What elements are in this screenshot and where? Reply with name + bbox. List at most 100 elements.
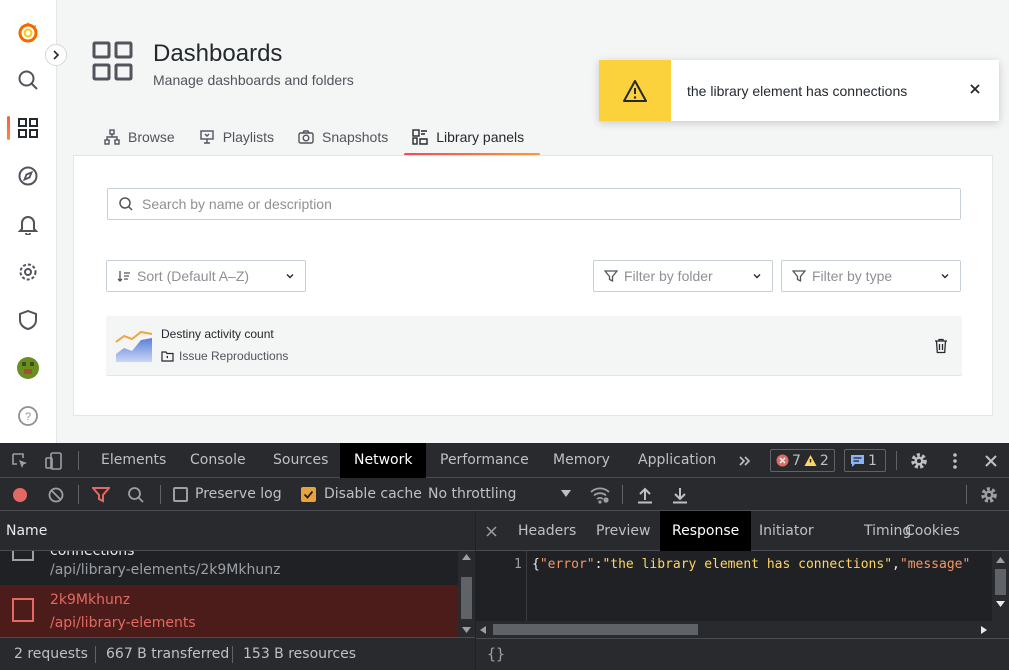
sort-select[interactable]: Sort (Default A–Z)	[106, 260, 306, 292]
transferred-size: 667 B transferred	[106, 646, 230, 662]
request-list: Name connections /api/library-elements/2…	[0, 511, 475, 637]
library-panels-content: Sort (Default A–Z) Filter by folder Filt…	[73, 155, 993, 416]
grafana-logo-icon[interactable]	[16, 20, 40, 44]
library-panel-card[interactable]: Destiny activity count Issue Reproductio…	[106, 316, 962, 376]
clear-icon[interactable]	[46, 485, 66, 505]
toast-close-button[interactable]	[965, 79, 985, 99]
divider	[622, 485, 623, 504]
filter-icon	[604, 270, 618, 283]
throttling-select[interactable]: No throttling	[428, 486, 516, 502]
sitemap-icon	[104, 129, 120, 145]
export-har-download-icon[interactable]	[670, 484, 690, 506]
scrollbar-thumb[interactable]	[493, 624, 698, 635]
graph-panel-thumbnail-icon	[115, 330, 153, 362]
sort-icon	[117, 271, 130, 282]
record-icon[interactable]	[10, 485, 30, 505]
disable-cache-checkbox[interactable]	[301, 487, 316, 502]
camera-icon	[298, 130, 314, 144]
tab-preview[interactable]: Preview	[584, 511, 663, 551]
response-body: 1 {"error":"the library element has conn…	[476, 551, 992, 621]
trash-icon	[935, 338, 947, 354]
chevron-down-icon	[753, 274, 761, 279]
disable-cache-label: Disable cache	[324, 486, 422, 502]
device-toolbar-icon[interactable]	[44, 451, 64, 471]
inspect-element-icon[interactable]	[10, 451, 30, 471]
tab-response[interactable]: Response	[660, 511, 752, 551]
dashboards-icon[interactable]	[16, 116, 40, 140]
messages-badge[interactable]: 1	[844, 449, 886, 472]
chevron-down-icon	[941, 274, 949, 279]
error-count: 7	[792, 452, 801, 469]
sidebar-expand-button[interactable]	[45, 44, 67, 66]
page-subtitle: Manage dashboards and folders	[153, 72, 354, 88]
checkmark-icon	[303, 490, 314, 499]
settings-gear-icon[interactable]	[908, 450, 930, 472]
message-icon	[851, 454, 864, 467]
scroll-down-arrow-icon	[996, 601, 1005, 607]
request-row-error[interactable]: 2k9Mkhunz /api/library-elements	[0, 585, 458, 637]
preserve-log-checkbox[interactable]	[173, 487, 188, 502]
scroll-right-arrow-icon	[981, 626, 987, 634]
delete-panel-button[interactable]	[934, 338, 948, 359]
user-avatar[interactable]	[16, 356, 40, 380]
search-icon[interactable]	[126, 485, 146, 505]
devtools-tab-application[interactable]: Application	[624, 443, 730, 478]
import-har-upload-icon[interactable]	[635, 484, 655, 506]
network-settings-gear-icon[interactable]	[978, 484, 1000, 506]
server-admin-shield-icon[interactable]	[16, 308, 40, 332]
network-conditions-wifi-icon[interactable]	[589, 484, 611, 506]
tab-headers[interactable]: Headers	[506, 511, 588, 551]
name-column-header[interactable]: Name	[6, 523, 47, 539]
close-devtools-icon[interactable]	[980, 450, 1002, 472]
close-icon	[970, 84, 980, 94]
devtools-tab-bar: Elements Console Sources Network Perform…	[0, 443, 1009, 478]
warning-icon	[804, 455, 817, 466]
tab-initiator[interactable]: Initiator	[747, 511, 826, 551]
request-count: 2 requests	[14, 646, 88, 662]
devtools-tab-memory[interactable]: Memory	[539, 443, 624, 478]
filter-by-type-select[interactable]: Filter by type	[781, 260, 961, 292]
search-input[interactable]	[142, 196, 922, 212]
toast-message: the library element has connections	[687, 82, 908, 99]
sort-select-value: Sort (Default A–Z)	[137, 268, 250, 284]
devtools-tab-sources[interactable]: Sources	[259, 443, 342, 478]
scrollbar-thumb[interactable]	[995, 569, 1006, 595]
tab-browse[interactable]: Browse	[96, 118, 191, 156]
more-tabs-chevron-icon[interactable]	[736, 451, 754, 471]
divider	[95, 646, 96, 663]
devtools-tab-performance[interactable]: Performance	[426, 443, 543, 478]
tab-playlists[interactable]: Playlists	[191, 118, 290, 156]
explore-compass-icon[interactable]	[16, 164, 40, 188]
devtools-tab-network[interactable]: Network	[340, 443, 427, 478]
json-key: "message"	[899, 557, 971, 572]
tab-label: Library panels	[436, 129, 525, 145]
warning-icon	[599, 60, 671, 121]
devtools-tab-console[interactable]: Console	[176, 443, 260, 478]
horizontal-scrollbar[interactable]	[476, 621, 992, 638]
library-panel-folder: Issue Reproductions	[161, 349, 288, 363]
page-title: Dashboards	[153, 40, 283, 67]
pretty-print-button[interactable]: {}	[487, 645, 505, 663]
more-options-icon[interactable]	[944, 450, 966, 472]
tab-cookies[interactable]: Cookies	[893, 511, 972, 551]
request-row[interactable]: connections /api/library-elements/2k9Mkh…	[0, 551, 458, 585]
tab-library-panels[interactable]: Library panels	[404, 118, 541, 156]
response-json-line[interactable]: {"error":"the library element has connec…	[532, 557, 970, 572]
json-key: "error"	[539, 557, 595, 572]
tab-snapshots[interactable]: Snapshots	[290, 118, 404, 156]
filter-icon[interactable]	[91, 485, 111, 505]
details-tab-bar: Headers Preview Response Initiator Timin…	[476, 511, 1009, 551]
vertical-scrollbar[interactable]	[992, 551, 1009, 638]
divider	[160, 485, 161, 504]
devtools-tab-elements[interactable]: Elements	[87, 443, 180, 478]
filter-by-folder-select[interactable]: Filter by folder	[593, 260, 773, 292]
request-list-scrollbar[interactable]	[458, 551, 475, 637]
scrollbar-thumb[interactable]	[461, 577, 472, 619]
search-icon[interactable]	[16, 68, 40, 92]
configuration-gear-icon[interactable]	[16, 260, 40, 284]
help-icon[interactable]: ?	[16, 404, 40, 428]
alerting-bell-icon[interactable]	[16, 212, 40, 236]
issues-badge[interactable]: 7 2	[770, 449, 835, 472]
caret-down-icon[interactable]	[560, 488, 572, 500]
close-details-icon[interactable]	[484, 524, 498, 538]
